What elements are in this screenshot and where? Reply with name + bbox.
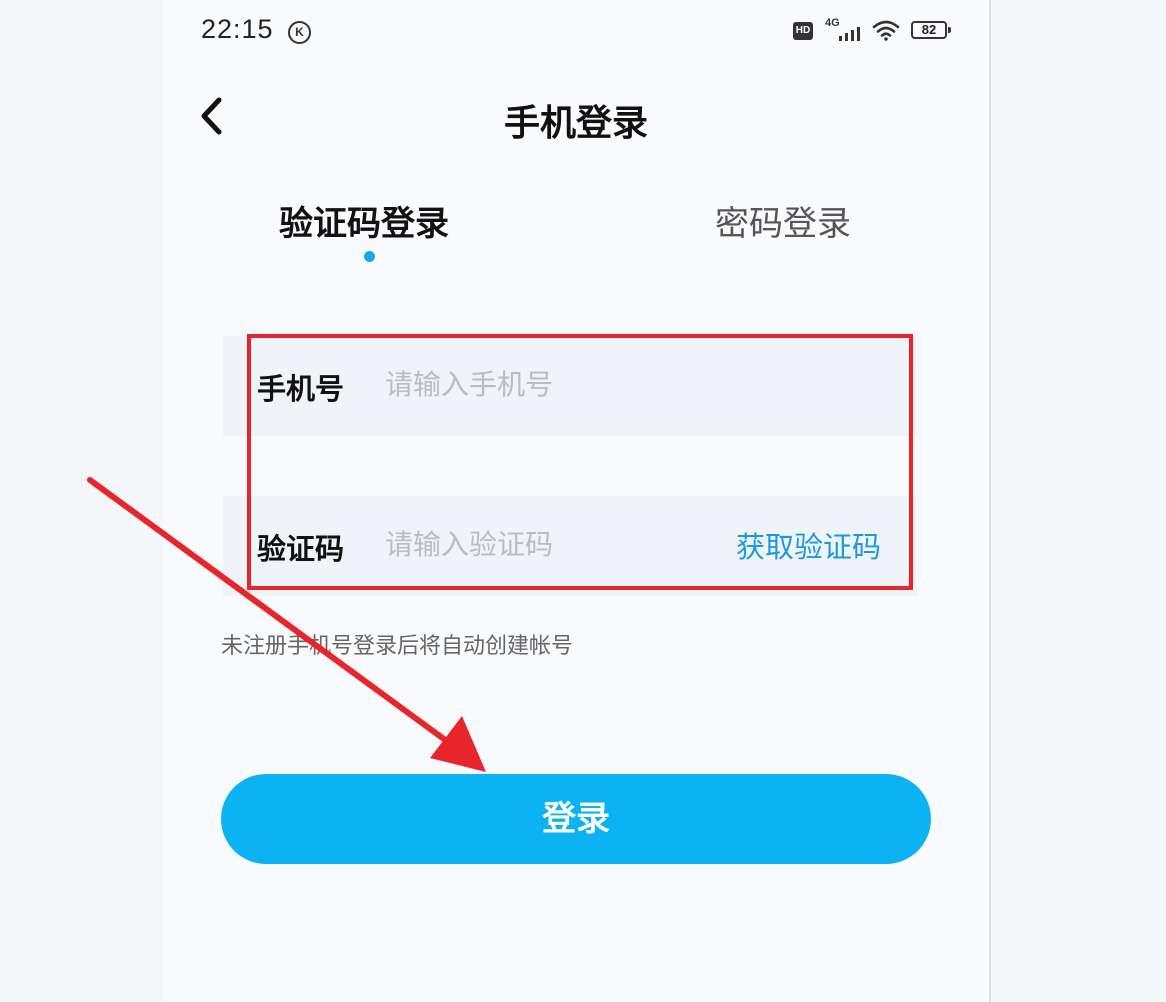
wifi-icon <box>872 19 900 45</box>
tab-password-login[interactable]: 密码登录 <box>715 196 851 245</box>
hd-icon: HD <box>793 22 813 40</box>
page-title: 手机登录 <box>503 103 648 144</box>
status-time: 22:15 <box>201 14 274 44</box>
auto-register-hint: 未注册手机号登录后将自动创建帐号 <box>221 634 574 659</box>
tab-sms-code-login[interactable]: 验证码登录 <box>279 196 449 245</box>
annotation-highlight-box <box>247 334 913 590</box>
cellular-signal-icon: 4G <box>825 17 863 43</box>
network-type-label: 4G <box>825 17 840 29</box>
login-button[interactable]: 登录 <box>221 774 931 864</box>
login-screen: 22:15 K HD 4G 82 手机登录 验证码登录 密码登录 手机号 请输入… <box>163 0 991 1002</box>
k-badge-icon: K <box>288 21 311 44</box>
status-bar: 22:15 K HD 4G 82 <box>163 0 989 64</box>
active-tab-indicator <box>364 251 375 262</box>
battery-icon: 82 <box>911 21 951 39</box>
